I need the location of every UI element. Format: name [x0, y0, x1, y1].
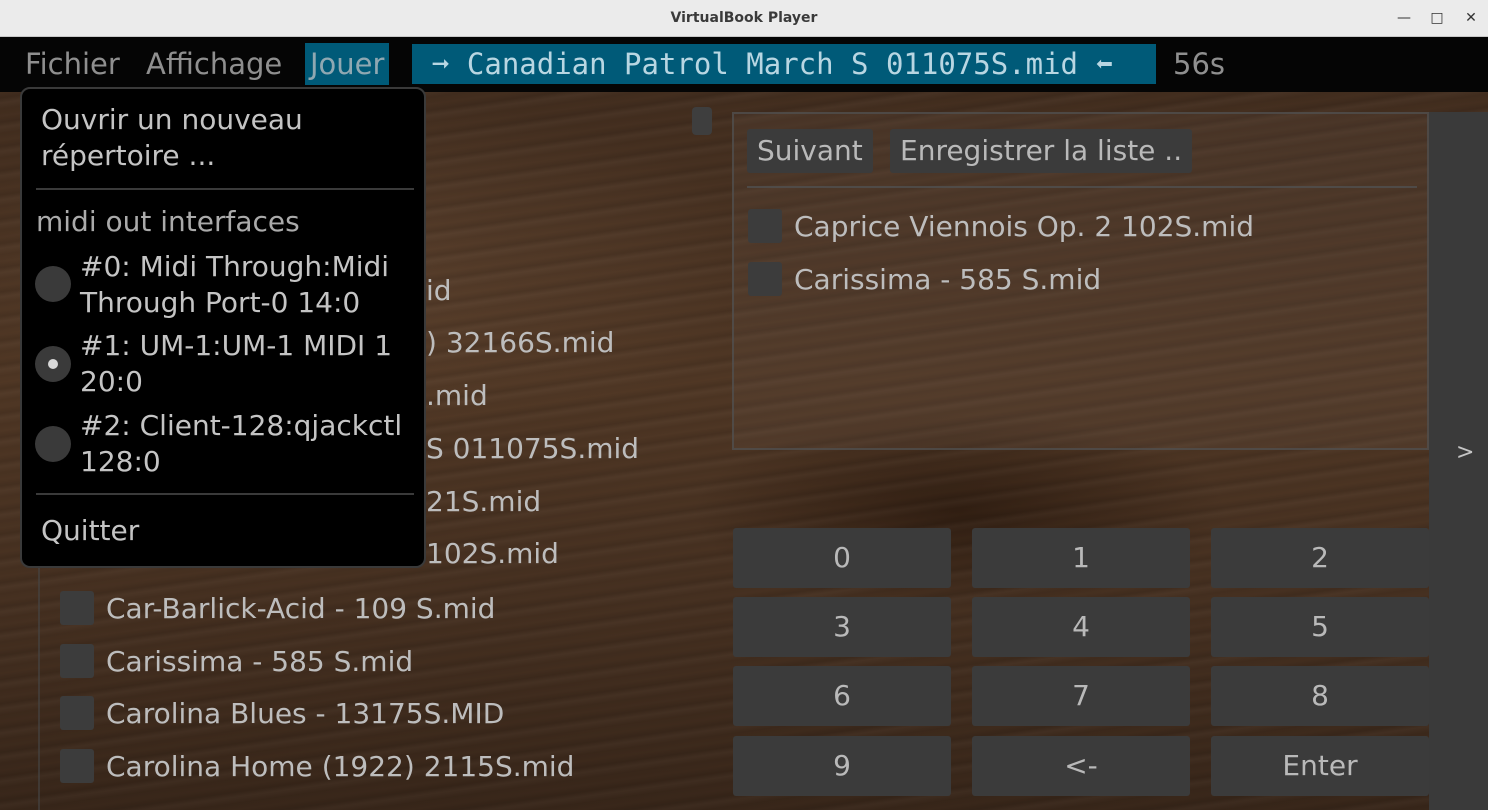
menu-jouer[interactable]: Jouer	[305, 43, 390, 85]
next-button[interactable]: Suivant	[747, 129, 873, 173]
close-icon[interactable]: ✕	[1461, 8, 1481, 28]
file-label: Carolina Home (1922) 2115S.mid	[106, 749, 575, 783]
keypad-key-1[interactable]: 1	[972, 528, 1190, 588]
checkbox[interactable]	[60, 644, 94, 678]
menu-divider	[36, 188, 414, 190]
jouer-dropdown-menu: Ouvrir un nouveau répertoire ... midi ou…	[20, 87, 426, 568]
keypad-enter-button[interactable]: Enter	[1211, 736, 1429, 796]
file-list-partial-text: id	[426, 274, 452, 307]
checkbox[interactable]	[748, 209, 782, 243]
radio-button-selected[interactable]	[35, 346, 71, 382]
keypad-key-4[interactable]: 4	[972, 597, 1190, 657]
playlist-item-label: Carissima - 585 S.mid	[794, 262, 1102, 296]
keypad-backspace-button[interactable]: <-	[972, 736, 1190, 796]
file-label: Car-Barlick-Acid - 109 S.mid	[106, 591, 496, 625]
menu-affichage[interactable]: Affichage	[141, 43, 287, 85]
expand-arrow-icon[interactable]: >	[1456, 440, 1474, 465]
menubar: Fichier Affichage Jouer ➞ Canadian Patro…	[0, 37, 1488, 92]
keypad-key-7[interactable]: 7	[972, 666, 1190, 726]
checkbox[interactable]	[60, 749, 94, 783]
maximize-icon[interactable]: □	[1427, 8, 1447, 28]
scroll-handle[interactable]	[692, 107, 712, 135]
file-label: Carolina Blues - 13175S.MID	[106, 696, 505, 730]
midi-section-header: midi out interfaces	[36, 205, 300, 238]
file-list-partial-text: ) 32166S.mid	[426, 326, 615, 359]
checkbox[interactable]	[60, 591, 94, 625]
keypad-key-9[interactable]: 9	[733, 736, 951, 796]
radio-button[interactable]	[35, 266, 71, 302]
save-list-button[interactable]: Enregistrer la liste ..	[890, 129, 1193, 173]
keypad-key-2[interactable]: 2	[1211, 528, 1429, 588]
playlist-panel: Suivant Enregistrer la liste .. Caprice …	[732, 112, 1429, 450]
window-title: VirtualBook Player	[670, 10, 818, 26]
minimize-icon[interactable]: —	[1394, 8, 1414, 28]
keypad-key-0[interactable]: 0	[733, 528, 951, 588]
file-list-partial-text: 21S.mid	[426, 485, 542, 518]
file-list-partial-text: .mid	[426, 379, 488, 412]
midi-interface-option[interactable]: #2: Client-128:qjackctl 128:0	[80, 408, 410, 480]
playlist-item[interactable]: Caprice Viennois Op. 2 102S.mid	[748, 208, 1254, 244]
midi-interface-option[interactable]: #1: UM-1:UM-1 MIDI 1 20:0	[80, 328, 410, 400]
list-item[interactable]: Car-Barlick-Acid - 109 S.mid	[60, 590, 495, 626]
quit-item[interactable]: Quitter	[41, 513, 139, 549]
menu-fichier[interactable]: Fichier	[20, 43, 125, 85]
list-item[interactable]: Carissima - 585 S.mid	[60, 643, 413, 679]
checkbox[interactable]	[60, 696, 94, 730]
list-item[interactable]: Carolina Blues - 13175S.MID	[60, 695, 504, 731]
elapsed-time: 56s	[1173, 47, 1226, 81]
playlist-item-label: Caprice Viennois Op. 2 102S.mid	[794, 209, 1255, 243]
file-list-partial-text: 102S.mid	[426, 537, 559, 570]
playlist-item[interactable]: Carissima - 585 S.mid	[748, 261, 1101, 297]
keypad-key-6[interactable]: 6	[733, 666, 951, 726]
window-titlebar: VirtualBook Player — □ ✕	[0, 0, 1488, 37]
menu-divider	[36, 493, 414, 495]
now-playing-title: ➞ Canadian Patrol March S 011075S.mid ⬅	[412, 44, 1156, 84]
open-directory-item[interactable]: Ouvrir un nouveau répertoire ...	[41, 102, 371, 174]
playlist-divider	[747, 186, 1417, 188]
checkbox[interactable]	[748, 262, 782, 296]
midi-interface-option[interactable]: #0: Midi Through:Midi Through Port-0 14:…	[80, 249, 410, 321]
radio-button[interactable]	[35, 426, 71, 462]
keypad-key-5[interactable]: 5	[1211, 597, 1429, 657]
keypad-key-3[interactable]: 3	[733, 597, 951, 657]
file-list-partial-text: S 011075S.mid	[426, 432, 640, 465]
list-item[interactable]: Carolina Home (1922) 2115S.mid	[60, 748, 574, 784]
keypad-key-8[interactable]: 8	[1211, 666, 1429, 726]
file-label: Carissima - 585 S.mid	[106, 644, 414, 678]
